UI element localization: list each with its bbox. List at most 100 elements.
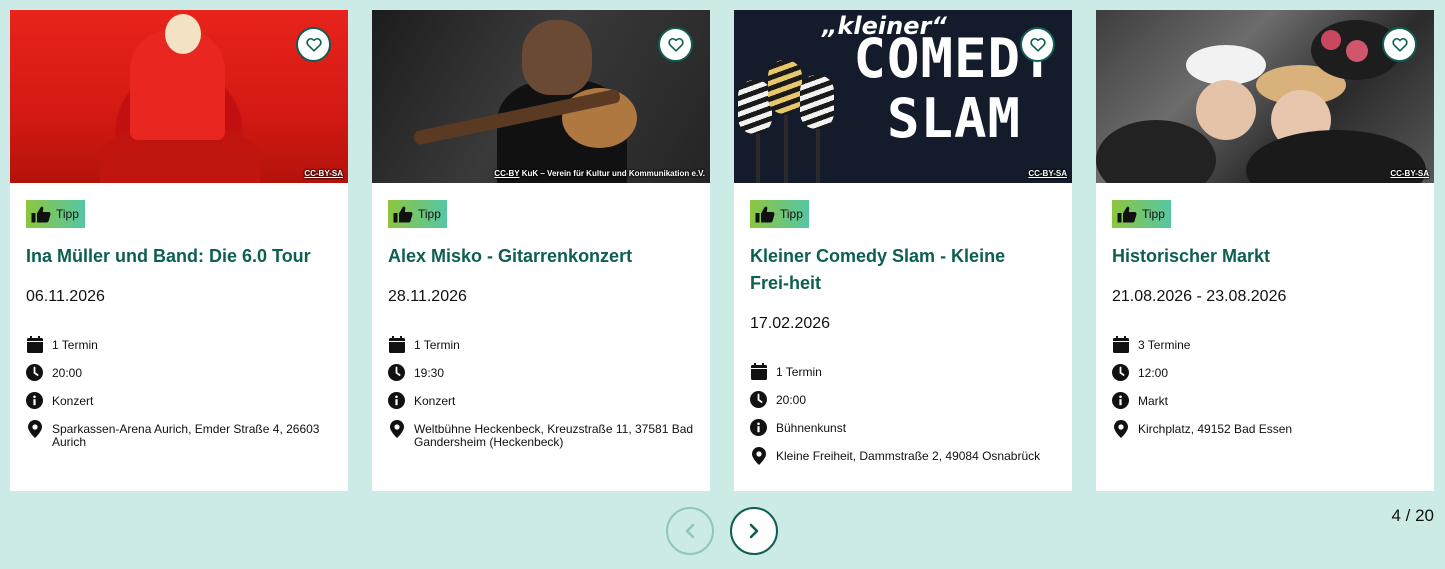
location-pin-icon bbox=[750, 446, 767, 465]
event-card[interactable]: CC-BY-SA Tipp Historischer Markt 21.08.2… bbox=[1096, 10, 1434, 491]
clock-icon bbox=[1112, 364, 1129, 381]
image-credit: CC-BY KuK – Verein für Kultur und Kommun… bbox=[494, 169, 705, 178]
heart-icon bbox=[1391, 38, 1408, 52]
meta-time: 12:00 bbox=[1112, 364, 1418, 381]
chevron-left-icon bbox=[685, 523, 695, 539]
thumbs-up-icon bbox=[755, 206, 775, 222]
chevron-right-icon bbox=[749, 523, 759, 539]
event-date: 21.08.2026 - 23.08.2026 bbox=[1112, 288, 1287, 305]
event-meta: 1 Termin 20:00 Bühnenkunst Kleine Freihe… bbox=[750, 363, 1056, 465]
category-text: Bühnenkunst bbox=[776, 421, 847, 435]
tip-label: Tipp bbox=[56, 207, 79, 221]
meta-time: 20:00 bbox=[26, 364, 332, 381]
heart-icon bbox=[667, 38, 684, 52]
favorite-button[interactable] bbox=[1382, 27, 1417, 62]
thumbs-up-icon bbox=[1117, 206, 1137, 222]
meta-termine: 1 Termin bbox=[388, 336, 694, 353]
meta-time: 20:00 bbox=[750, 391, 1056, 408]
category-text: Markt bbox=[1138, 394, 1168, 408]
meta-termine: 1 Termin bbox=[750, 363, 1056, 380]
meta-category: Bühnenkunst bbox=[750, 419, 1056, 436]
image-credit: CC-BY-SA bbox=[304, 169, 343, 178]
termine-text: 1 Termin bbox=[776, 365, 822, 379]
category-text: Konzert bbox=[414, 394, 456, 408]
page-counter: 4 / 20 bbox=[1391, 506, 1434, 525]
event-image[interactable]: CC-BY-SA bbox=[1096, 10, 1434, 183]
meta-location: Kirchplatz, 49152 Bad Essen bbox=[1112, 419, 1418, 438]
event-date: 17.02.2026 bbox=[750, 315, 831, 332]
event-meta: 3 Termine 12:00 Markt Kirchplatz, 49152 … bbox=[1112, 336, 1418, 438]
location-pin-icon bbox=[1112, 419, 1129, 438]
tip-badge: Tipp bbox=[388, 200, 447, 228]
location-text: Weltbühne Heckenbeck, Kreuzstraße 11, 37… bbox=[414, 422, 694, 449]
event-card[interactable]: CC-BY KuK – Verein für Kultur und Kommun… bbox=[372, 10, 710, 491]
previous-button[interactable] bbox=[666, 507, 714, 555]
location-pin-icon bbox=[388, 419, 405, 438]
favorite-button[interactable] bbox=[1020, 27, 1055, 62]
time-text: 12:00 bbox=[1138, 366, 1169, 380]
heart-icon bbox=[1029, 38, 1046, 52]
calendar-icon bbox=[1112, 336, 1129, 353]
info-icon bbox=[1112, 392, 1129, 409]
event-title[interactable]: Alex Misko - Gitarrenkonzert bbox=[388, 243, 694, 270]
event-title[interactable]: Kleiner Comedy Slam - Kleine Frei-heit bbox=[750, 243, 1040, 297]
clock-icon bbox=[388, 364, 405, 381]
meta-location: Weltbühne Heckenbeck, Kreuzstraße 11, 37… bbox=[388, 419, 694, 449]
meta-category: Konzert bbox=[388, 392, 694, 409]
meta-location: Sparkassen-Arena Aurich, Emder Straße 4,… bbox=[26, 419, 332, 449]
category-text: Konzert bbox=[52, 394, 94, 408]
next-button[interactable] bbox=[730, 507, 778, 555]
clock-icon bbox=[26, 364, 43, 381]
info-icon bbox=[750, 419, 767, 436]
info-icon bbox=[388, 392, 405, 409]
favorite-button[interactable] bbox=[296, 27, 331, 62]
meta-termine: 3 Termine bbox=[1112, 336, 1418, 353]
event-image[interactable]: „kleiner“ COMEDY SLAM CC-BY-SA bbox=[734, 10, 1072, 183]
thumbs-up-icon bbox=[393, 206, 413, 222]
credit-license[interactable]: CC-BY-SA bbox=[1028, 169, 1067, 178]
event-image[interactable]: CC-BY KuK – Verein für Kultur und Kommun… bbox=[372, 10, 710, 183]
location-text: Kleine Freiheit, Dammstraße 2, 49084 Osn… bbox=[776, 449, 1041, 463]
calendar-icon bbox=[750, 363, 767, 380]
meta-category: Konzert bbox=[26, 392, 332, 409]
time-text: 19:30 bbox=[414, 366, 445, 380]
favorite-button[interactable] bbox=[658, 27, 693, 62]
event-title[interactable]: Ina Müller und Band: Die 6.0 Tour bbox=[26, 243, 332, 270]
tip-label: Tipp bbox=[418, 207, 441, 221]
time-text: 20:00 bbox=[776, 393, 807, 407]
event-date: 28.11.2026 bbox=[388, 288, 467, 305]
clock-icon bbox=[750, 391, 767, 408]
event-card[interactable]: „kleiner“ COMEDY SLAM CC-BY-SA Tipp Klei… bbox=[734, 10, 1072, 491]
meta-location: Kleine Freiheit, Dammstraße 2, 49084 Osn… bbox=[750, 446, 1056, 465]
event-title[interactable]: Historischer Markt bbox=[1112, 243, 1418, 270]
tip-badge: Tipp bbox=[1112, 200, 1171, 228]
heart-icon bbox=[305, 38, 322, 52]
thumbs-up-icon bbox=[31, 206, 51, 222]
location-text: Kirchplatz, 49152 Bad Essen bbox=[1138, 422, 1293, 436]
meta-time: 19:30 bbox=[388, 364, 694, 381]
credit-license[interactable]: CC-BY-SA bbox=[1390, 169, 1429, 178]
info-icon bbox=[26, 392, 43, 409]
tip-label: Tipp bbox=[780, 207, 803, 221]
termine-text: 1 Termin bbox=[414, 338, 460, 352]
calendar-icon bbox=[388, 336, 405, 353]
event-meta: 1 Termin 19:30 Konzert Weltbühne Heckenb… bbox=[388, 336, 694, 449]
credit-license[interactable]: CC-BY-SA bbox=[304, 169, 343, 178]
time-text: 20:00 bbox=[52, 366, 83, 380]
image-credit: CC-BY-SA bbox=[1390, 169, 1429, 178]
termine-text: 3 Termine bbox=[1138, 338, 1191, 352]
tip-badge: Tipp bbox=[750, 200, 809, 228]
credit-author: KuK – Verein für Kultur und Kommunikatio… bbox=[521, 169, 705, 178]
event-meta: 1 Termin 20:00 Konzert Sparkassen-Arena … bbox=[26, 336, 332, 449]
event-carousel: CC-BY-SA Tipp Ina Müller und Band: Die 6… bbox=[10, 10, 1434, 491]
credit-license[interactable]: CC-BY bbox=[494, 169, 519, 178]
event-image[interactable]: CC-BY-SA bbox=[10, 10, 348, 183]
tip-label: Tipp bbox=[1142, 207, 1165, 221]
image-credit: CC-BY-SA bbox=[1028, 169, 1067, 178]
event-card[interactable]: CC-BY-SA Tipp Ina Müller und Band: Die 6… bbox=[10, 10, 348, 491]
calendar-icon bbox=[26, 336, 43, 353]
location-text: Sparkassen-Arena Aurich, Emder Straße 4,… bbox=[52, 422, 320, 449]
tip-badge: Tipp bbox=[26, 200, 85, 228]
meta-termine: 1 Termin bbox=[26, 336, 332, 353]
location-pin-icon bbox=[26, 419, 43, 438]
